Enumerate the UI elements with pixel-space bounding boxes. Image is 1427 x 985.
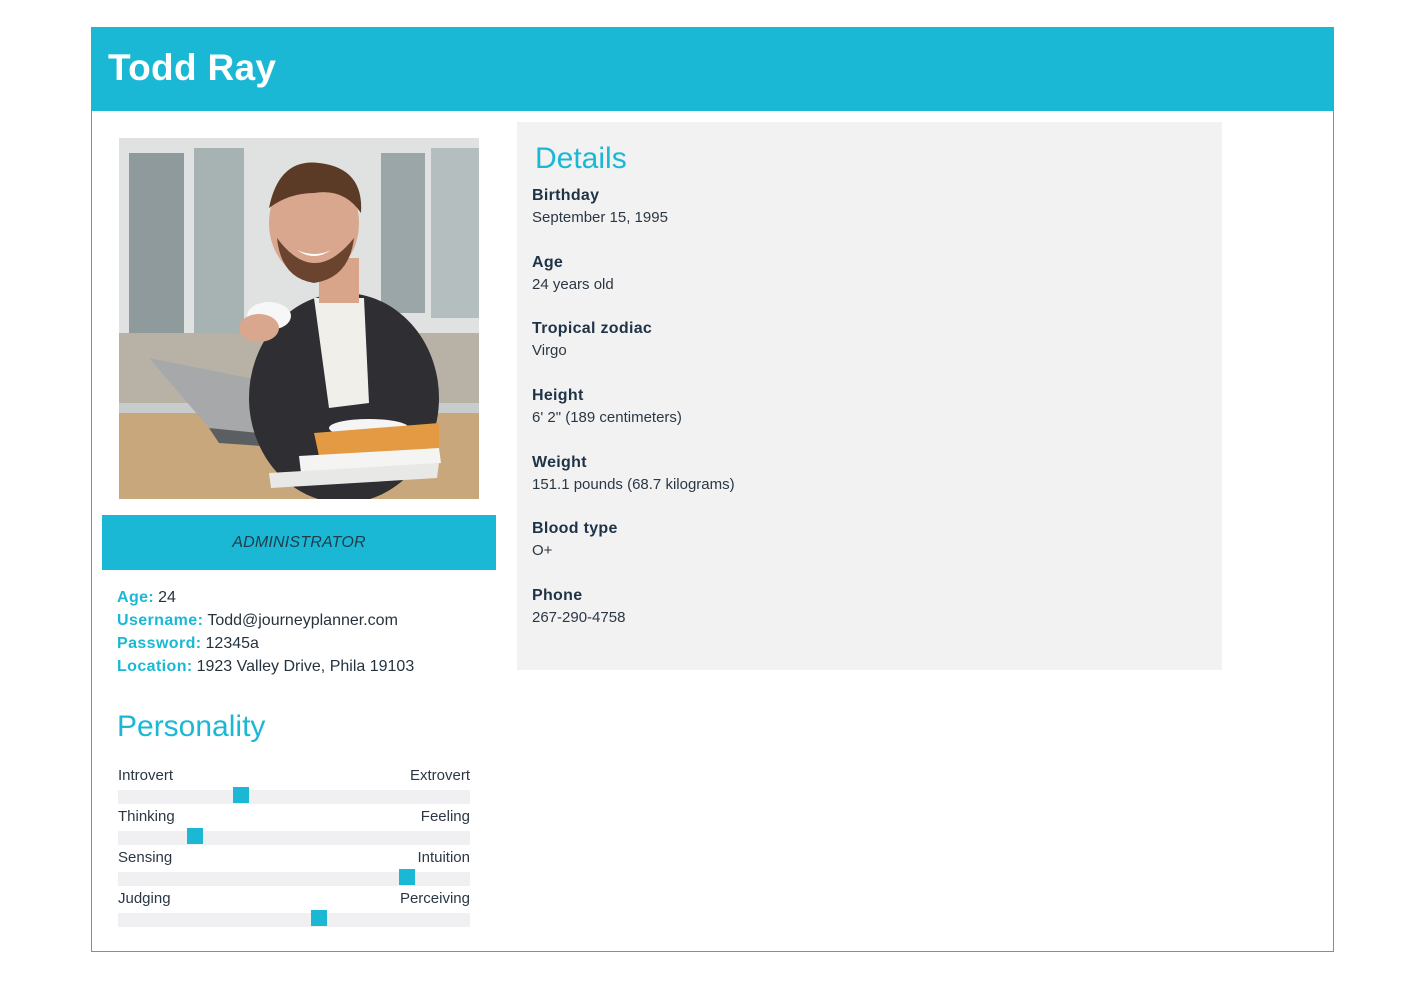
detail-value: September 15, 1995 [532, 209, 668, 226]
trait-left-label: Introvert [118, 767, 174, 784]
info-value: 12345a [205, 635, 259, 652]
details-list: Birthday September 15, 1995 Age 24 years… [532, 185, 1192, 652]
trait-right-label: Extrovert [409, 767, 470, 784]
info-value: 1923 Valley Drive, Phila 19103 [196, 658, 415, 675]
trait-judging-perceiving: Judging Perceiving [118, 888, 470, 929]
info-value: Todd@journeyplanner.com [207, 612, 398, 629]
trait-slider-track[interactable] [118, 790, 470, 804]
detail-weight: Weight 151.1 pounds (68.7 kilograms) [532, 452, 1192, 519]
detail-label: Birthday [532, 187, 600, 204]
info-key: Age: [117, 589, 155, 606]
detail-label: Age [532, 253, 564, 271]
detail-value: Virgo [532, 342, 567, 360]
info-key: Password: [117, 635, 202, 652]
trait-slider-track[interactable] [118, 831, 470, 845]
trait-thinking-feeling: Thinking Feeling [118, 806, 470, 847]
detail-value: 24 years old [532, 275, 614, 293]
info-key: Location: [117, 658, 193, 675]
trait-slider-track[interactable] [118, 913, 470, 927]
trait-right-label: Intuition [417, 849, 470, 866]
detail-zodiac: Tropical zodiac Virgo [532, 318, 1192, 385]
trait-right-label: Feeling [420, 808, 470, 825]
personality-title: Personality [117, 710, 266, 743]
personality-traits: Introvert Extrovert Thinking Feeling Sen… [118, 765, 470, 929]
profile-card: Todd Ray ADMINISTRATOR Age: 24 Username:… [91, 27, 1334, 952]
info-row-password: Password: 12345a [117, 632, 497, 655]
info-row-age: Age: 24 [117, 586, 497, 609]
trait-slider-handle[interactable] [187, 828, 203, 844]
detail-value: 151.1 pounds (68.7 kilograms) [532, 475, 735, 493]
account-info: Age: 24 Username: Todd@journeyplanner.com … [117, 586, 497, 678]
trait-right-label: Perceiving [399, 890, 470, 907]
trait-left-label: Judging [118, 890, 171, 907]
detail-phone: Phone 267-290-4758 [532, 585, 1192, 652]
details-title: Details [535, 142, 627, 175]
trait-left-label: Sensing [118, 849, 173, 866]
detail-label: Blood type [532, 520, 618, 538]
trait-introvert-extrovert: Introvert Extrovert [118, 765, 470, 806]
detail-value: 6' 2" (189 centimeters) [532, 409, 682, 427]
detail-label: Tropical zodiac [532, 320, 653, 338]
detail-label: Phone [532, 587, 583, 605]
detail-label: Weight [532, 453, 587, 471]
detail-label: Height [532, 387, 584, 405]
profile-header: Todd Ray [92, 28, 1333, 111]
info-row-location: Location: 1923 Valley Drive, Phila 19103 [117, 655, 497, 678]
profile-name: Todd Ray [108, 47, 277, 88]
detail-blood-type: Blood type O+ [532, 518, 1192, 585]
info-key: Username: [117, 612, 204, 629]
details-panel: Details Birthday September 15, 1995 Age … [517, 122, 1222, 670]
trait-slider-handle[interactable] [311, 910, 327, 926]
trait-slider-handle[interactable] [233, 787, 249, 803]
detail-height: Height 6' 2" (189 centimeters) [532, 385, 1192, 452]
detail-value: O+ [532, 542, 553, 560]
trait-slider-handle[interactable] [399, 869, 415, 885]
role-label: ADMINISTRATOR [232, 533, 366, 551]
role-badge: ADMINISTRATOR [102, 515, 496, 570]
detail-value: 267-290-4758 [532, 609, 626, 627]
trait-sensing-intuition: Sensing Intuition [118, 847, 470, 888]
info-value: 24 [158, 589, 176, 606]
trait-slider-track[interactable] [118, 872, 470, 886]
info-row-username: Username: Todd@journeyplanner.com [117, 609, 497, 632]
profile-photo [119, 138, 479, 499]
trait-left-label: Thinking [118, 808, 175, 825]
detail-birthday: Birthday September 15, 1995 [532, 185, 1192, 252]
detail-age: Age 24 years old [532, 252, 1192, 319]
